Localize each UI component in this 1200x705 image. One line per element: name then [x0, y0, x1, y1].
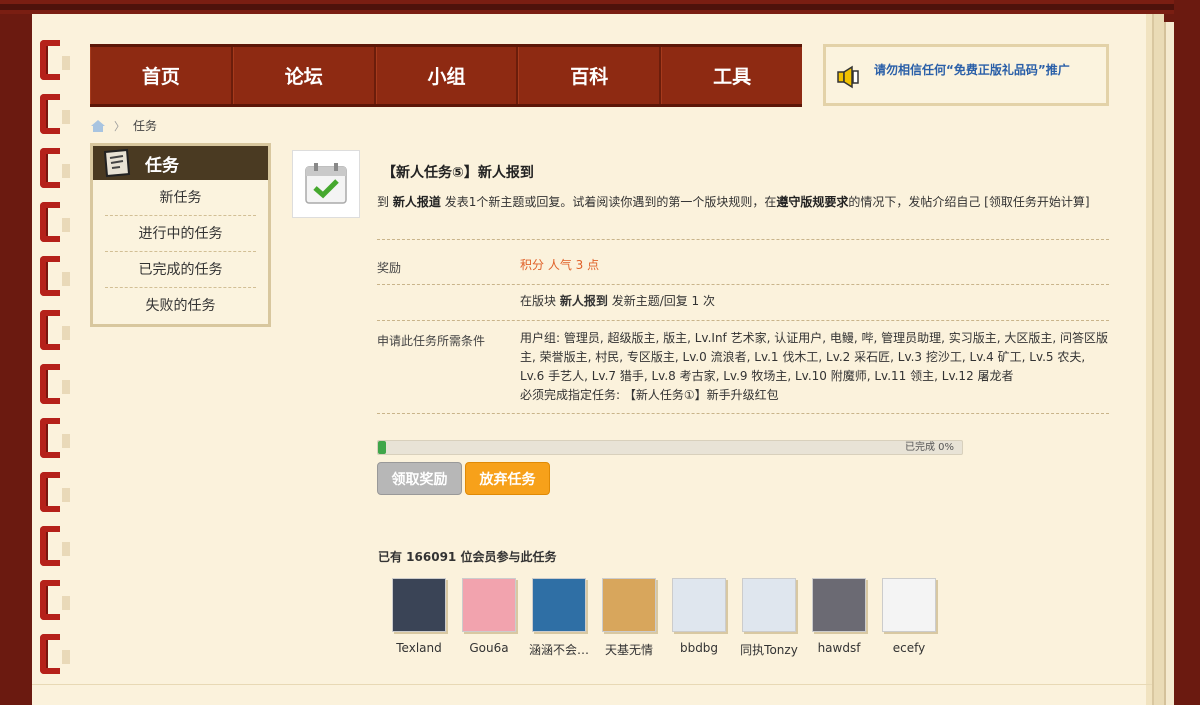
desc-prefix: 到 [377, 195, 390, 209]
reward-label: 奖励 [377, 261, 402, 275]
binding-ring [40, 634, 70, 674]
avatar[interactable] [742, 578, 796, 632]
frame-top-shadow [0, 4, 1200, 10]
member-item[interactable]: 天基无情 [594, 578, 664, 658]
requirement-prefix: 在版块 [520, 294, 557, 308]
divider [377, 284, 1109, 285]
nav-wiki[interactable]: 百科 [518, 47, 662, 104]
reward-value: 积分 人气 3 点 [520, 258, 600, 272]
page-edge-2 [1164, 22, 1174, 705]
sidebar: 任务 新任务 进行中的任务 已完成的任务 失败的任务 [90, 143, 271, 327]
member-item[interactable]: 同执Tonzy [734, 578, 804, 658]
binding-ring [40, 364, 70, 404]
member-item[interactable]: ecefy [874, 578, 944, 658]
avatar[interactable] [882, 578, 936, 632]
announcement-box: 请勿相信任何“免费正版礼品码”推广 [823, 44, 1109, 106]
avatar[interactable] [532, 578, 586, 632]
binding-ring [40, 256, 70, 296]
page-bottom-line [32, 684, 1152, 685]
member-name[interactable]: 同执Tonzy [740, 641, 798, 658]
binding-ring [40, 418, 70, 458]
abandon-task-button[interactable]: 放弃任务 [465, 462, 550, 495]
nav-tools[interactable]: 工具 [661, 47, 802, 104]
frame-right [1174, 0, 1200, 705]
avatar[interactable] [462, 578, 516, 632]
conditions-label: 申请此任务所需条件 [377, 334, 486, 348]
member-item[interactable]: bbdbg [664, 578, 734, 658]
sidebar-header: 任务 [93, 146, 268, 180]
member-name[interactable]: 涵涵不会… [529, 641, 589, 658]
nav-home[interactable]: 首页 [90, 47, 233, 104]
sidebar-item-failed[interactable]: 失败的任务 [105, 288, 256, 324]
member-name[interactable]: Texland [396, 641, 441, 655]
task-description: 到 新人报道 发表1个新主题或回复。试着阅读你遇到的第一个版块规则，在遵守版规要… [377, 193, 1107, 212]
avatar[interactable] [602, 578, 656, 632]
sidebar-item-completed[interactable]: 已完成的任务 [105, 252, 256, 288]
nav-groups[interactable]: 小组 [375, 47, 519, 104]
binding-ring [40, 148, 70, 188]
member-item[interactable]: Gou6a [454, 578, 524, 658]
conditions-value: 用户组: 管理员, 超级版主, 版主, Lv.Inf 艺术家, 认证用户, 电鳗… [520, 329, 1110, 405]
main-nav: 首页 论坛 小组 百科 工具 [90, 44, 802, 107]
task-title: 【新人任务⑤】新人报到 [382, 165, 534, 181]
member-name[interactable]: 天基无情 [605, 641, 653, 658]
desc-suffix: 的情况下，发帖介绍自己 [领取任务开始计算] [848, 195, 1090, 209]
member-name[interactable]: ecefy [893, 641, 925, 655]
member-item[interactable]: Texland [384, 578, 454, 658]
sidebar-title: 任务 [145, 155, 179, 176]
divider [377, 320, 1109, 321]
binding-ring [40, 40, 70, 80]
breadcrumb-current[interactable]: 任务 [133, 117, 157, 134]
divider [377, 413, 1109, 414]
sidebar-item-new[interactable]: 新任务 [105, 180, 256, 216]
sidebar-item-in-progress[interactable]: 进行中的任务 [105, 216, 256, 252]
conditions-prereq[interactable]: 必须完成指定任务: 【新人任务①】新手升级红包 [520, 386, 1110, 405]
progress-text: 已完成 0% [904, 442, 954, 453]
task-icon [292, 150, 360, 218]
requirement-row: 在版块 新人报到 发新主题/回复 1 次 [520, 292, 715, 311]
avatar[interactable] [812, 578, 866, 632]
desc-mid: 发表1个新主题或回复。试着阅读你遇到的第一个版块规则，在 [444, 195, 777, 209]
task-book-icon [103, 148, 131, 178]
calendar-check-icon [305, 163, 347, 204]
avatar[interactable] [392, 578, 446, 632]
divider [377, 239, 1109, 240]
binding-ring [40, 580, 70, 620]
binding-ring [40, 310, 70, 350]
avatar[interactable] [672, 578, 726, 632]
book-binding [36, 40, 76, 685]
announcement-text[interactable]: 请勿相信任何“免费正版礼品码”推广 [874, 61, 1070, 78]
binding-ring [40, 94, 70, 134]
member-item[interactable]: hawdsf [804, 578, 874, 658]
binding-ring [40, 202, 70, 242]
members-count: 已有 166091 位会员参与此任务 [378, 550, 557, 564]
binding-ring [40, 472, 70, 512]
desc-forum-link[interactable]: 新人报道 [393, 195, 441, 209]
breadcrumb-separator: 〉 [114, 119, 125, 133]
member-name[interactable]: hawdsf [818, 641, 861, 655]
member-list: Texland Gou6a 涵涵不会… 天基无情 bbdbg 同执Tonzy hawdsf e… [384, 578, 944, 658]
member-item[interactable]: 涵涵不会… [524, 578, 594, 658]
member-name[interactable]: Gou6a [469, 641, 508, 655]
desc-rule: 遵守版规要求 [776, 195, 849, 209]
binding-ring [40, 526, 70, 566]
member-name[interactable]: bbdbg [680, 641, 718, 655]
nav-forum[interactable]: 论坛 [232, 47, 376, 104]
task-progress-bar: 已完成 0% [377, 440, 963, 455]
breadcrumb: 〉 任务 [90, 117, 157, 134]
requirement-suffix: 发新主题/回复 1 次 [611, 294, 715, 308]
progress-fill [378, 441, 386, 454]
requirement-forum-link[interactable]: 新人报到 [560, 294, 608, 308]
speaker-icon [837, 65, 859, 89]
conditions-groups: 用户组: 管理员, 超级版主, 版主, Lv.Inf 艺术家, 认证用户, 电鳗… [520, 331, 1109, 383]
home-icon[interactable] [90, 119, 106, 133]
claim-reward-button[interactable]: 领取奖励 [377, 462, 462, 495]
page-edge [1152, 14, 1164, 705]
